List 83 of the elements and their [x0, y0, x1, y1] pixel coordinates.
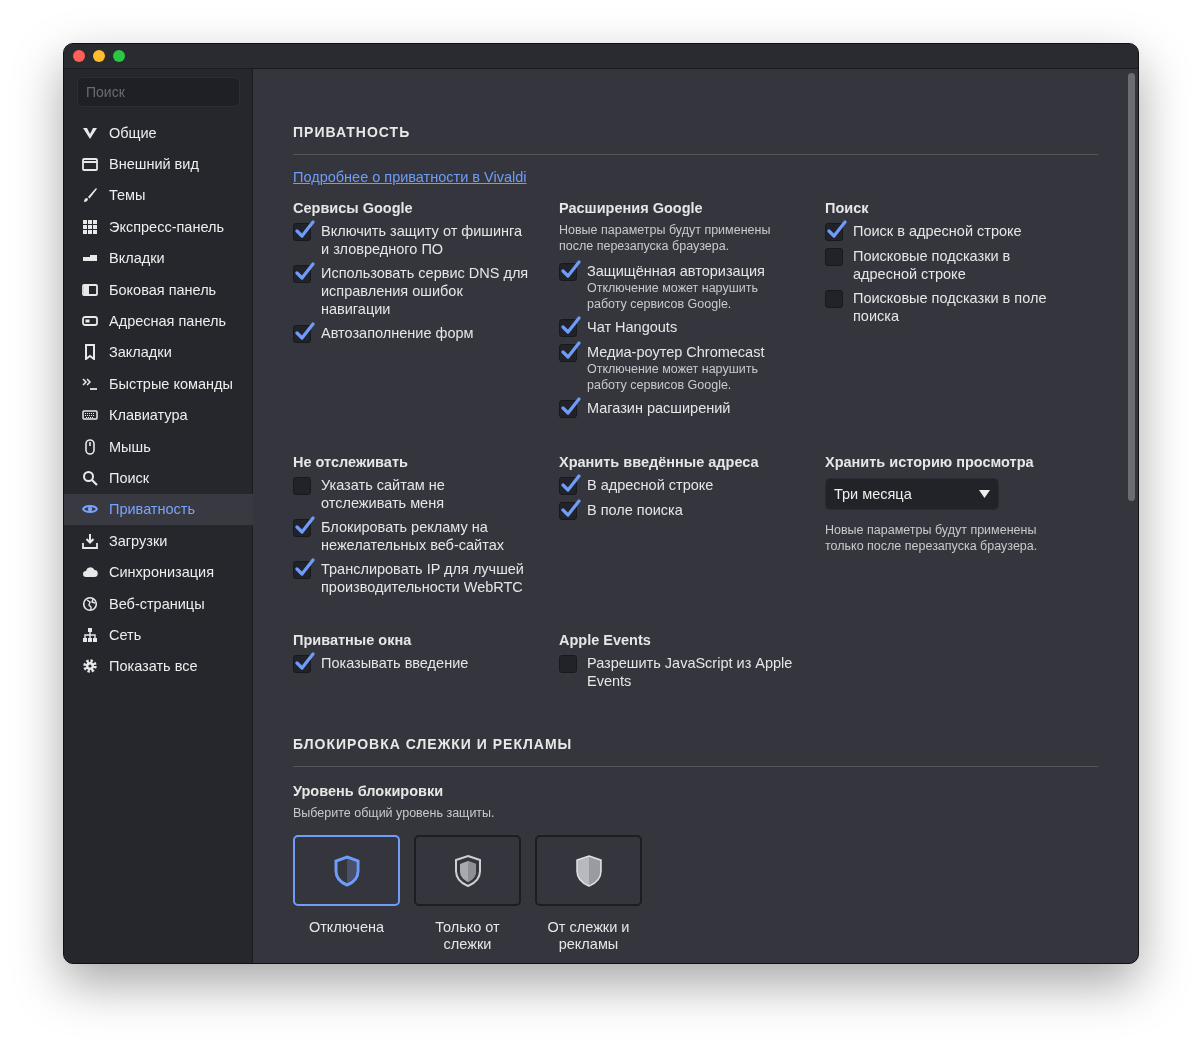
sidebar-item[interactable]: Мышь — [64, 430, 252, 463]
sidebar-item[interactable]: Поиск — [64, 462, 252, 494]
checkbox-label: Магазин расширений — [587, 399, 732, 417]
sidebar-item[interactable]: Общие — [64, 117, 252, 149]
sidebar-item[interactable]: Быстрые команды — [64, 368, 252, 400]
checkbox-label: Медиа-роутер Chromecast — [587, 343, 766, 361]
zoom-button[interactable] — [113, 50, 125, 62]
mouse-icon — [82, 438, 98, 455]
sidebar-item[interactable]: Темы — [64, 179, 252, 212]
window-icon — [82, 156, 98, 173]
history-dropdown[interactable]: Три месяца — [825, 478, 999, 510]
blocking-level-option[interactable] — [535, 835, 642, 906]
option-note: Отключение может нарушить работу сервисов Google. — [587, 361, 759, 393]
checkbox-label: Поиск в адресной строке — [853, 222, 1023, 240]
checkbox-label: Указать сайтам не отслеживать меня — [321, 476, 446, 512]
checkbox-label: В поле поиска — [587, 501, 684, 519]
group-note: Выберите общий уровень защиты. — [293, 805, 496, 821]
group-title: Apple Events — [559, 632, 652, 648]
sidebar-item[interactable]: Веб-страницы — [64, 587, 252, 620]
option-label: Только от слежки — [434, 919, 501, 953]
checkbox-label: Чат Hangouts — [587, 318, 679, 336]
privacy-link[interactable]: Подробнее о приватности в Vivaldi — [293, 169, 527, 185]
checkbox-label: Поисковые подсказки в адресной строке — [853, 247, 1012, 283]
checkbox[interactable] — [825, 248, 843, 266]
group-title: Поиск — [825, 200, 870, 216]
sidebar-item[interactable]: Приватность — [64, 493, 253, 526]
group-title: Сервисы Google — [293, 200, 414, 216]
sidebar-item[interactable]: Синхронизация — [64, 556, 252, 588]
checkbox-label: В адресной строке — [587, 476, 715, 494]
checkbox-label: Транслировать IP для лучшей производительности WebRTC — [321, 560, 525, 596]
section-title: ПРИВАТНОСТЬ — [293, 124, 411, 140]
network-icon — [82, 626, 98, 643]
group-title: Хранить введённые адреса — [559, 454, 760, 470]
group-title: Не отслеживать — [293, 454, 409, 470]
gear-icon — [82, 658, 98, 675]
sidebar-item[interactable]: Адресная панель — [64, 305, 252, 337]
checkbox-label: Использовать сервис DNS для исправления ошибок навигации — [321, 264, 530, 318]
sidebar-item[interactable]: Вкладки — [64, 242, 252, 274]
checkbox-label: Включить защиту от фишинга и зловредного ПО — [321, 222, 524, 258]
blocking-level-option[interactable] — [414, 835, 521, 906]
checkbox-label: Автозаполнение форм — [321, 324, 475, 342]
checkbox[interactable] — [293, 477, 311, 495]
group-title: Приватные окна — [293, 632, 413, 648]
section-title: БЛОКИРОВКА СЛЕЖКИ И РЕКЛАМЫ — [293, 736, 573, 752]
group-title: Расширения Google — [559, 200, 704, 216]
panel-icon — [82, 281, 98, 298]
scrollbar[interactable] — [1128, 73, 1135, 501]
checkbox[interactable] — [825, 290, 843, 308]
search-field[interactable]: Поиск — [77, 77, 240, 107]
minimize-button[interactable] — [93, 50, 105, 62]
search-icon — [82, 470, 98, 486]
sidebar-item[interactable]: Закладки — [64, 336, 252, 369]
checkbox-label: Поисковые подсказки в поле поиска — [853, 289, 1048, 325]
group-title: Уровень блокировки — [293, 783, 445, 799]
sidebar-item[interactable]: Внешний вид — [64, 148, 252, 180]
group-title: Хранить историю просмотра — [825, 454, 1035, 470]
group-note: Новые параметры будут применены после перезапуска браузера. — [559, 222, 772, 254]
checkbox-label: Блокировать рекламу на нежелательных веб-сайтах — [321, 518, 505, 554]
checkbox-label: Показывать введение — [321, 654, 470, 672]
caret-icon — [979, 490, 990, 498]
sidebar-item[interactable]: Боковая панель — [64, 273, 252, 306]
shield-icon — [452, 853, 483, 888]
option-note: Отключение может нарушить работу сервисов Google. — [587, 280, 759, 312]
sidebar-item[interactable]: Сеть — [64, 619, 252, 651]
option-label: От слежки и рекламы — [546, 919, 631, 953]
blocking-level-option[interactable] — [293, 835, 400, 906]
sidebar-item[interactable]: Показать все — [64, 650, 252, 683]
checkbox[interactable] — [559, 655, 577, 673]
sidebar-item[interactable]: Загрузки — [64, 525, 252, 557]
sidebar-item[interactable]: Клавиатура — [64, 399, 252, 431]
grid-icon — [82, 218, 98, 235]
shield-icon — [573, 853, 604, 888]
checkbox-label: Разрешить JavaScript из Apple Events — [587, 654, 794, 690]
option-label: Отключена — [307, 919, 386, 936]
globe-icon — [82, 595, 98, 612]
download-icon — [82, 532, 98, 549]
close-button[interactable] — [73, 50, 85, 62]
brush-icon — [82, 187, 98, 204]
bookmark-icon — [82, 344, 98, 361]
restart-note: Новые параметры будут применены только после перезапуска браузера. — [825, 522, 1039, 554]
checkbox-label: Защищённая авторизация — [587, 262, 766, 280]
command-prompt-icon — [82, 375, 98, 392]
sidebar-item[interactable]: Экспресс-панель — [64, 211, 252, 243]
